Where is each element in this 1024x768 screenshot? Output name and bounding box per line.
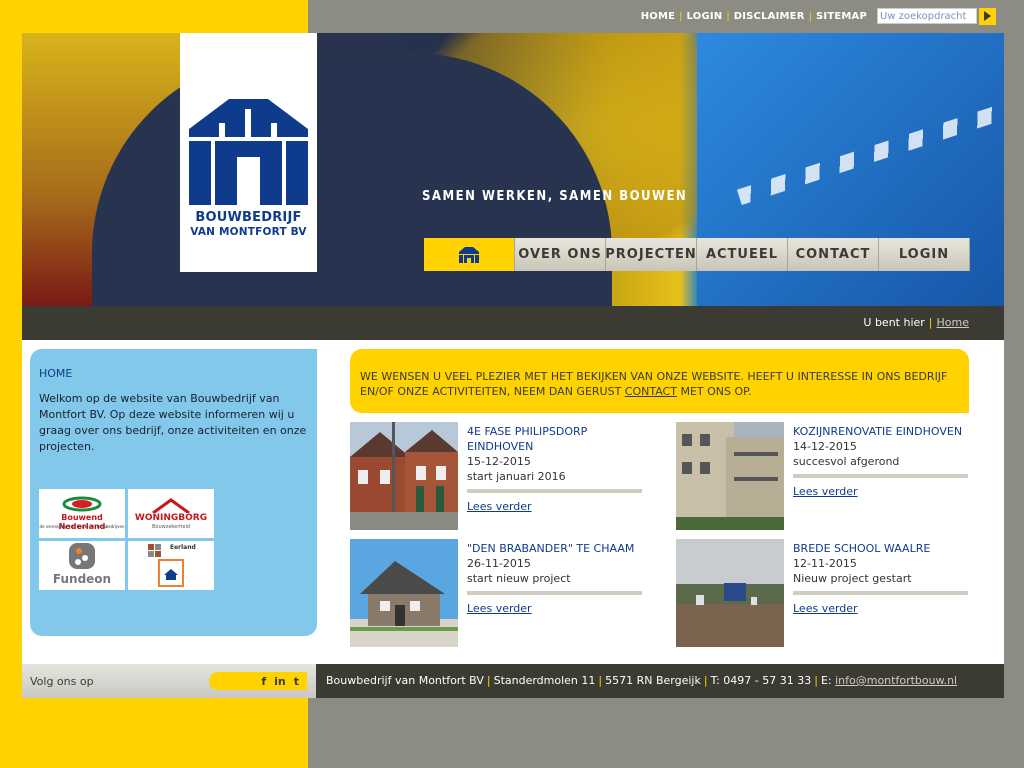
separator: |: [679, 10, 683, 22]
nav-projecten[interactable]: PROJECTEN: [605, 238, 697, 271]
footer-company: Bouwbedrijf van Montfort BV: [326, 674, 484, 687]
news-item: BREDE SCHOOL WAALRE 12-11-2015 Nieuw pro…: [676, 539, 976, 649]
logo-fundeon[interactable]: Fundeon: [39, 541, 125, 590]
news-date: 15-12-2015: [467, 455, 531, 468]
news-title[interactable]: KOZIJNRENOVATIE EINDHOVEN: [793, 424, 983, 439]
read-more-link[interactable]: Lees verder: [467, 500, 532, 513]
news-item: "DEN BRABANDER" TE CHAAM 26-11-2015 star…: [350, 539, 650, 649]
logo-label: Fundeon: [52, 572, 112, 586]
news-divider: [793, 474, 968, 478]
footer-contact-bar: Bouwbedrijf van Montfort BV | Standerdmole…: [316, 664, 1004, 698]
nav-contact[interactable]: CONTACT: [788, 238, 879, 271]
follow-us-label: Volg ons op: [30, 675, 94, 688]
footer-street: Standerdmolen 11: [493, 674, 596, 687]
topnav-sitemap[interactable]: SITEMAP: [816, 11, 867, 22]
search-submit-button[interactable]: [979, 7, 996, 25]
logo-sublabel: Bouwzekerheid: [151, 524, 191, 530]
nav-over-ons[interactable]: OVER ONS: [515, 238, 606, 271]
news-title[interactable]: BREDE SCHOOL WAALRE: [793, 541, 983, 556]
facebook-icon[interactable]: f: [261, 675, 266, 688]
twitter-icon[interactable]: t: [294, 675, 299, 688]
arrow-right-icon: [984, 11, 991, 21]
news-title[interactable]: "DEN BRABANDER" TE CHAAM: [467, 541, 657, 556]
slogan: SAMEN WERKEN, SAMEN BOUWEN: [422, 189, 688, 204]
footer-contact-line: Bouwbedrijf van Montfort BV | Standerdmole…: [326, 674, 957, 687]
topnav-home[interactable]: HOME: [641, 11, 675, 22]
separator: |: [928, 316, 933, 329]
separator: |: [486, 674, 491, 687]
nav-login[interactable]: LOGIN: [879, 238, 970, 271]
separator: |: [814, 674, 818, 687]
news-date: 14-12-2015: [793, 440, 857, 453]
breadcrumb: U bent hier | Home: [863, 316, 969, 329]
eerland-grid-icon: [148, 544, 161, 557]
search-box: [877, 7, 996, 25]
news-subtitle: Nieuw project gestart: [793, 572, 912, 585]
separator: |: [726, 10, 730, 22]
welcome-message: WE WENSEN U VEEL PLEZIER MET HET BEKIJKE…: [350, 349, 969, 413]
news-date: 12-11-2015: [793, 557, 857, 570]
news-subtitle: start januari 2016: [467, 470, 566, 483]
page-container: BOUWBEDRIJF VAN MONTFORT BV SAMEN WERKEN…: [22, 33, 1004, 698]
footer-social-bar: Volg ons op f in t: [22, 664, 316, 698]
logo-woningborg[interactable]: WONINGBORG Bouwzekerheid: [128, 489, 214, 538]
header-banner: BOUWBEDRIJF VAN MONTFORT BV SAMEN WERKEN…: [22, 33, 1004, 306]
news-thumbnail-brede-school[interactable]: [676, 539, 784, 647]
news-title[interactable]: 4E FASE PHILIPSDORP EINDHOVEN: [467, 424, 657, 454]
footer-city: 5571 RN Bergeijk: [605, 674, 701, 687]
nav-actueel[interactable]: ACTUEEL: [697, 238, 788, 271]
separator: |: [703, 674, 708, 687]
welcome-text-part: MET ONS OP.: [676, 385, 752, 398]
breadcrumb-home-link[interactable]: Home: [937, 316, 969, 329]
news-item: 4E FASE PHILIPSDORP EINDHOVEN 15-12-2015…: [350, 422, 650, 532]
sidebar-panel: HOME Welkom op de website van Bouwbedrij…: [30, 349, 317, 636]
search-input[interactable]: [877, 8, 977, 24]
linkedin-icon[interactable]: in: [274, 675, 286, 688]
read-more-link[interactable]: Lees verder: [793, 485, 858, 498]
topnav-disclaimer[interactable]: DISCLAIMER: [734, 11, 805, 22]
news-divider: [467, 489, 642, 493]
logo-sublabel: de vereniging van bouw- en infrabedrijve…: [39, 524, 125, 529]
footer-phone: T: 0497 - 57 31 33: [710, 674, 812, 687]
logo-name-line2: VAN MONTFORT BV: [190, 226, 307, 238]
read-more-link[interactable]: Lees verder: [793, 602, 858, 615]
read-more-link[interactable]: Lees verder: [467, 602, 532, 615]
sidebar-intro-text: Welkom op de website van Bouwbedrijf van…: [39, 392, 307, 453]
eerland-badge-icon: [158, 559, 184, 587]
footer-email-label: E:: [820, 674, 832, 687]
logo-bouwend-nederland[interactable]: Bouwend Nederland de vereniging van bouw…: [39, 489, 125, 538]
news-divider: [467, 591, 642, 595]
news-thumbnail-den-brabander[interactable]: [350, 539, 458, 647]
news-thumbnail-kozijnrenovatie[interactable]: [676, 422, 784, 530]
logo-label: Eerland: [170, 544, 196, 551]
logo-eerland[interactable]: Eerland: [128, 541, 214, 590]
footer-email-link[interactable]: info@montfortbouw.nl: [835, 674, 957, 687]
separator: |: [808, 10, 812, 22]
logo-label: WONINGBORG: [134, 513, 208, 523]
main-navigation: OVER ONS PROJECTEN ACTUEEL CONTACT LOGIN: [424, 238, 970, 271]
news-thumbnail-philipsdorp[interactable]: [350, 422, 458, 530]
news-subtitle: succesvol afgerond: [793, 455, 900, 468]
house-logo-icon: [189, 99, 308, 205]
home-icon: [459, 246, 479, 263]
breadcrumb-label: U bent hier: [863, 316, 925, 329]
top-navigation: HOME | LOGIN | DISCLAIMER | SITEMAP: [641, 7, 996, 25]
social-links: f in t: [209, 672, 307, 690]
news-item: KOZIJNRENOVATIE EINDHOVEN 14-12-2015 suc…: [676, 422, 976, 532]
sidebar-heading: HOME: [39, 367, 73, 380]
fundeon-icon: [69, 543, 95, 569]
topnav-login[interactable]: LOGIN: [687, 11, 723, 22]
logo-name-line1: BOUWBEDRIJF: [195, 210, 302, 225]
welcome-text: WE WENSEN U VEEL PLEZIER MET HET BEKIJKE…: [360, 369, 960, 399]
nav-home-button[interactable]: [424, 238, 515, 271]
woningborg-roof-icon: [152, 498, 190, 513]
news-divider: [793, 591, 968, 595]
news-subtitle: start nieuw project: [467, 572, 571, 585]
news-date: 26-11-2015: [467, 557, 531, 570]
welcome-contact-link[interactable]: CONTACT: [625, 385, 677, 398]
separator: |: [598, 674, 603, 687]
company-logo[interactable]: BOUWBEDRIJF VAN MONTFORT BV: [180, 33, 317, 272]
breadcrumb-bar: U bent hier | Home: [22, 306, 1004, 340]
bouwend-nederland-icon: [62, 496, 102, 512]
